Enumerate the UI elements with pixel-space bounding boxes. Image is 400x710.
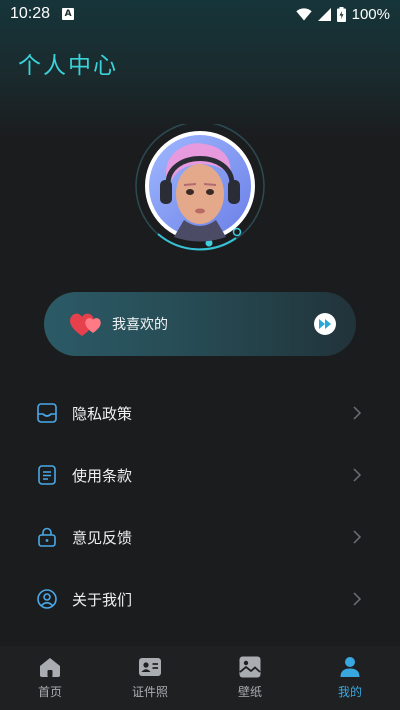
wifi-icon [295, 7, 312, 20]
tab-profile[interactable]: 我的 [300, 646, 400, 710]
menu-item-feedback[interactable]: 意见反馈 [0, 506, 400, 568]
favorites-label: 我喜欢的 [112, 317, 168, 333]
id-card-icon [139, 658, 161, 676]
lock-icon [38, 527, 56, 547]
favorites-card[interactable]: 我喜欢的 [44, 292, 356, 356]
tab-id-photo[interactable]: 证件照 [100, 646, 200, 710]
menu-label-feedback: 意见反馈 [72, 528, 133, 547]
status-indicators: 100% [295, 5, 390, 23]
chevron-right-icon [353, 592, 362, 606]
tab-home[interactable]: 首页 [0, 646, 100, 710]
tab-wallpaper[interactable]: 壁纸 [200, 646, 300, 710]
battery-icon [336, 6, 346, 22]
profile-icon [340, 657, 360, 677]
avatar[interactable] [130, 121, 270, 254]
menu-item-terms[interactable]: 使用条款 [0, 444, 400, 506]
notification-a-icon: A [62, 8, 75, 20]
bottom-tab-bar: 首页 证件照 壁纸 我的 [0, 646, 400, 710]
wallpaper-icon [239, 656, 261, 678]
status-bar: 10:28 A 100% [0, 0, 400, 28]
home-icon [40, 658, 60, 677]
tab-label-id-photo: 证件照 [131, 685, 168, 699]
chevron-right-icon [353, 406, 362, 420]
favorites-go-button[interactable] [314, 313, 336, 335]
user-circle-icon [37, 589, 57, 609]
status-time: 10:28 [10, 5, 51, 22]
inbox-icon [37, 403, 57, 423]
menu-label-privacy: 隐私政策 [72, 404, 133, 423]
settings-menu: 隐私政策 使用条款 意见反馈 关于我们 [0, 382, 400, 630]
tab-label-profile: 我的 [337, 685, 362, 699]
signal-icon [317, 7, 331, 21]
menu-label-about: 关于我们 [72, 590, 133, 609]
menu-item-privacy[interactable]: 隐私政策 [0, 382, 400, 444]
hearts-icon [70, 313, 101, 336]
chevron-right-icon [353, 468, 362, 482]
menu-label-terms: 使用条款 [72, 466, 133, 485]
avatar-image [135, 121, 265, 251]
page-title: 个人中心 [18, 53, 118, 79]
tab-label-home: 首页 [37, 685, 62, 699]
menu-item-about[interactable]: 关于我们 [0, 568, 400, 630]
tab-label-wallpaper: 壁纸 [237, 685, 262, 699]
battery-level: 100% [351, 5, 390, 23]
document-icon [38, 465, 56, 485]
fast-forward-icon [319, 319, 331, 329]
chevron-right-icon [353, 530, 362, 544]
